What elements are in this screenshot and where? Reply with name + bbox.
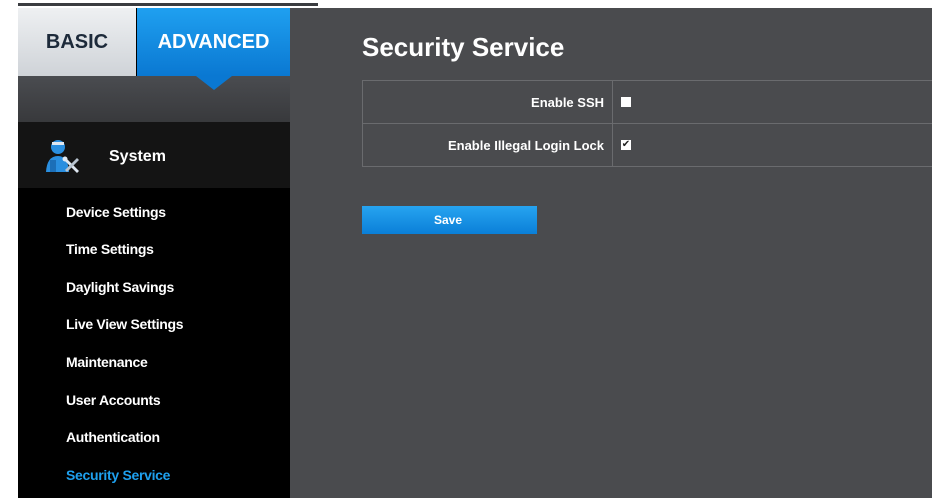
technician-tools-icon [46,140,79,173]
setting-label: Enable Illegal Login Lock [363,124,613,166]
sidebar-item-maintenance[interactable]: Maintenance [66,354,148,370]
save-button[interactable]: Save [362,206,537,234]
main-panel: Security Service Enable SSH Enable Illeg… [290,8,932,498]
sidebar: BASIC ADVANCED System Device Settings Ti… [18,8,302,498]
tab-advanced[interactable]: ADVANCED [137,8,290,76]
sidebar-item-authentication[interactable]: Authentication [66,429,160,445]
sidebar-item-device-settings[interactable]: Device Settings [66,204,166,220]
page-title: Security Service [362,32,565,62]
top-band [18,0,932,6]
active-tab-pointer [196,76,232,90]
sidebar-item-user-accounts[interactable]: User Accounts [66,392,161,408]
sidebar-divider-strip [18,76,290,122]
sidebar-section-label: System [109,148,166,165]
setting-row-illegal-login-lock: Enable Illegal Login Lock ✔ [362,123,932,167]
tab-basic[interactable]: BASIC [18,8,136,76]
sidebar-item-time-settings[interactable]: Time Settings [66,241,154,257]
setting-row-enable-ssh: Enable SSH [362,80,932,124]
enable-illegal-login-lock-checkbox[interactable]: ✔ [621,140,631,150]
sidebar-item-daylight-savings[interactable]: Daylight Savings [66,279,174,295]
setting-label: Enable SSH [363,81,613,123]
sidebar-section-system[interactable]: System [18,122,290,188]
app-frame: BASIC ADVANCED System Device Settings Ti… [0,0,932,498]
sidebar-item-live-view-settings[interactable]: Live View Settings [66,316,184,332]
mode-tab-bar: BASIC ADVANCED [18,8,290,76]
enable-ssh-checkbox[interactable] [621,97,631,107]
sidebar-item-security-service[interactable]: Security Service [66,467,170,483]
